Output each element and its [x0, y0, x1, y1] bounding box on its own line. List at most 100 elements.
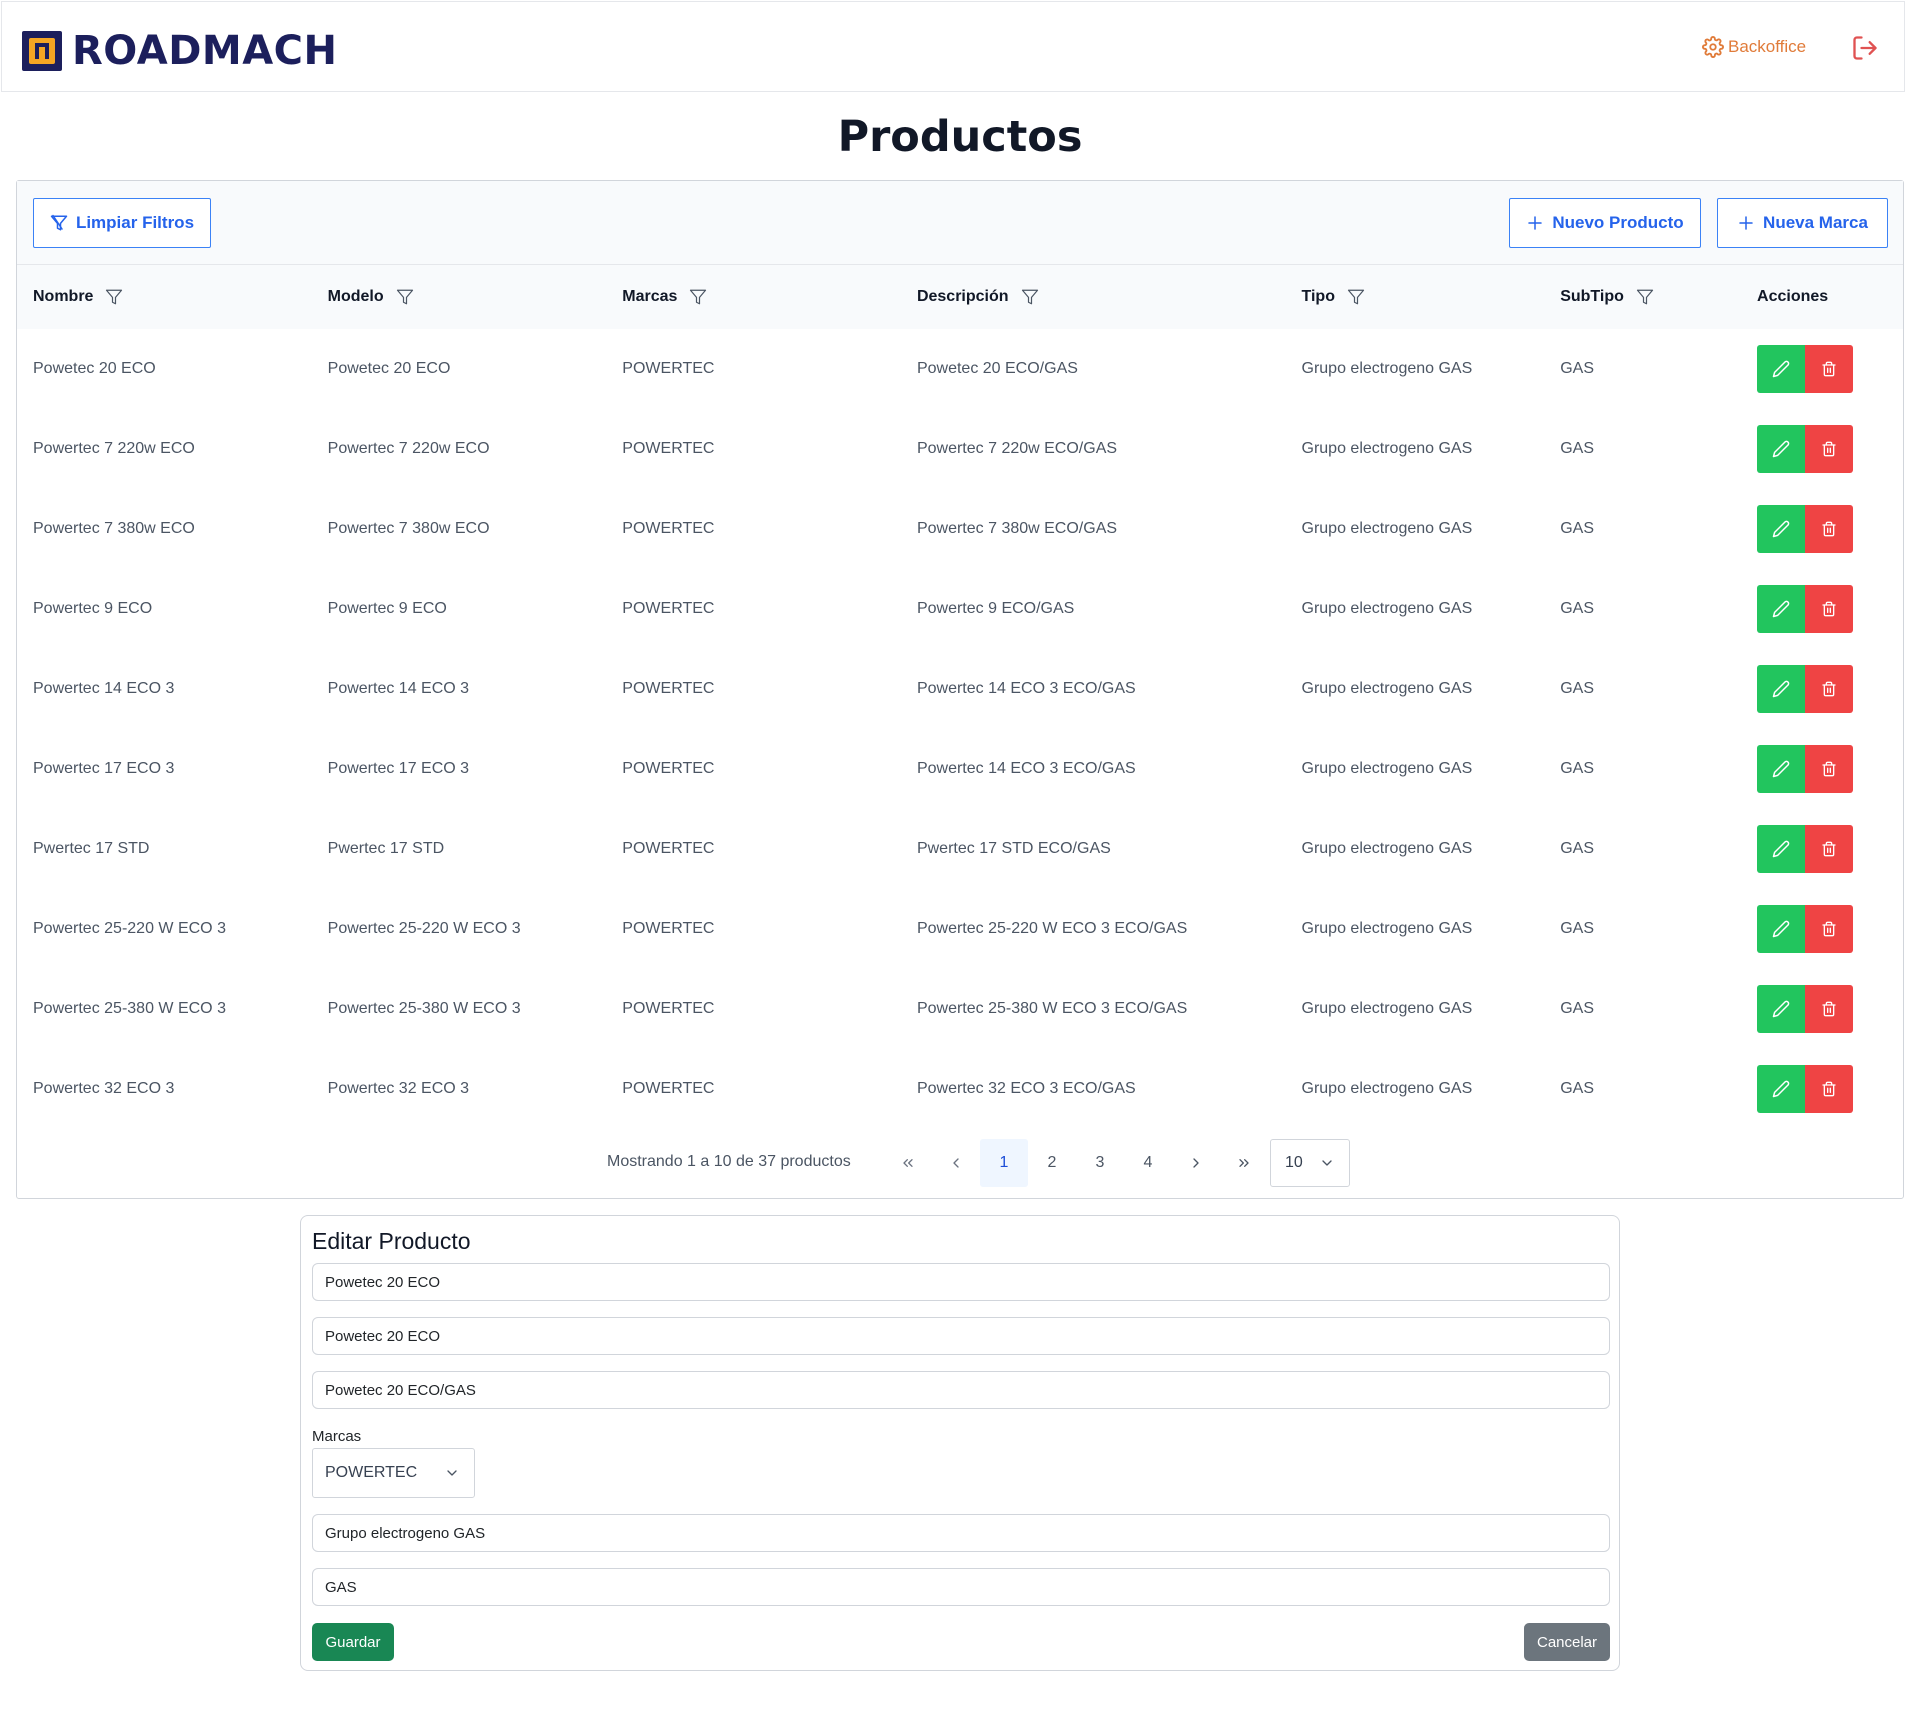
page-button-4[interactable]: 4 — [1124, 1139, 1172, 1187]
cell-tipo: Grupo electrogeno GAS — [1301, 680, 1473, 697]
filter-icon[interactable] — [1021, 288, 1039, 306]
edit-button[interactable] — [1757, 1065, 1806, 1113]
filter-icon[interactable] — [1636, 288, 1654, 306]
new-product-label: Nuevo Producto — [1552, 213, 1684, 232]
edit-button[interactable] — [1757, 745, 1806, 793]
delete-button[interactable] — [1805, 505, 1854, 553]
filter-icon[interactable] — [689, 288, 707, 306]
cell-tipo: Grupo electrogeno GAS — [1301, 1080, 1473, 1097]
delete-button[interactable] — [1805, 1065, 1854, 1113]
table-row: Powertec 25-380 W ECO 3 Powertec 25-380 W… — [17, 969, 1903, 1049]
delete-button[interactable] — [1805, 745, 1854, 793]
new-brand-button[interactable]: Nueva Marca — [1717, 198, 1888, 248]
tipo-input[interactable] — [312, 1514, 1610, 1552]
delete-button[interactable] — [1805, 585, 1854, 633]
column-header-descripcion: Descripción — [901, 265, 1286, 329]
cell-acciones — [1741, 889, 1903, 969]
prev-page-button[interactable] — [932, 1139, 980, 1187]
cell-subtipo: GAS — [1560, 1080, 1594, 1097]
delete-button[interactable] — [1805, 345, 1854, 393]
chevron-left-icon — [953, 1158, 959, 1168]
cancel-button[interactable]: Cancelar — [1524, 1623, 1610, 1661]
delete-button[interactable] — [1805, 985, 1854, 1033]
cell-tipo: Grupo electrogeno GAS — [1301, 520, 1473, 537]
table-row: Powetec 20 ECO Powetec 20 ECO POWERTEC Powe… — [17, 329, 1903, 409]
edit-button[interactable] — [1757, 425, 1806, 473]
cell-descripcion: Powertec 25-220 W ECO 3 ECO/GAS — [916, 920, 1188, 937]
edit-button[interactable] — [1757, 585, 1806, 633]
edit-button[interactable] — [1757, 985, 1806, 1033]
edit-button[interactable] — [1757, 825, 1806, 873]
nombre-input[interactable] — [312, 1263, 1610, 1301]
edit-button[interactable] — [1757, 345, 1806, 393]
cell-subtipo: GAS — [1560, 360, 1594, 377]
last-page-button[interactable] — [1220, 1139, 1268, 1187]
backoffice-link[interactable]: Backoffice — [1702, 36, 1806, 58]
cell-tipo: Grupo electrogeno GAS — [1301, 840, 1473, 857]
pencil-icon — [1772, 440, 1790, 458]
logo-icon — [22, 31, 62, 71]
cell-descripcion: Powertec 7 220w ECO/GAS — [916, 440, 1118, 457]
filter-icon[interactable] — [396, 288, 414, 306]
cell-modelo: Pwertec 17 STD — [327, 840, 445, 857]
delete-button[interactable] — [1805, 825, 1854, 873]
filter-slash-icon — [50, 214, 68, 231]
first-page-button[interactable] — [884, 1139, 932, 1187]
cell-modelo: Powertec 25-380 W ECO 3 — [327, 1000, 521, 1017]
trash-icon — [1822, 441, 1836, 457]
cell-descripcion: Powertec 32 ECO 3 ECO/GAS — [916, 1080, 1136, 1097]
trash-icon — [1822, 761, 1836, 777]
pencil-icon — [1772, 360, 1790, 378]
page-button-3[interactable]: 3 — [1076, 1139, 1124, 1187]
cell-modelo: Powertec 17 ECO 3 — [327, 760, 470, 777]
save-button[interactable]: Guardar — [312, 1623, 394, 1661]
edit-button[interactable] — [1757, 665, 1806, 713]
rows-per-page-select[interactable]: 10 — [1270, 1139, 1350, 1187]
logout-button[interactable] — [1851, 34, 1879, 62]
descripcion-input[interactable] — [312, 1371, 1610, 1409]
filter-icon[interactable] — [105, 288, 123, 306]
column-header-acciones: Acciones — [1757, 288, 1829, 305]
column-header-nombre: Nombre — [17, 265, 312, 329]
clear-filters-button[interactable]: Limpiar Filtros — [33, 198, 211, 248]
cell-descripcion: Powertec 7 380w ECO/GAS — [916, 520, 1118, 537]
column-header-modelo: Modelo — [312, 265, 607, 329]
trash-icon — [1822, 601, 1836, 617]
pencil-icon — [1772, 760, 1790, 778]
subtipo-input[interactable] — [312, 1568, 1610, 1606]
page-button-2[interactable]: 2 — [1028, 1139, 1076, 1187]
modelo-input[interactable] — [312, 1317, 1610, 1355]
trash-icon — [1822, 361, 1836, 377]
row-actions — [1757, 345, 1903, 393]
pencil-icon — [1772, 840, 1790, 858]
cell-marcas: POWERTEC — [622, 360, 715, 377]
cell-marcas: POWERTEC — [622, 760, 715, 777]
chevrons-right-icon — [1239, 1159, 1249, 1167]
page-button-1[interactable]: 1 — [980, 1139, 1028, 1187]
cell-nombre: Powertec 17 ECO 3 — [33, 760, 175, 777]
plus-icon — [1739, 216, 1753, 230]
cell-subtipo: GAS — [1560, 600, 1594, 617]
delete-button[interactable] — [1805, 425, 1854, 473]
marcas-select[interactable]: POWERTEC — [312, 1448, 475, 1498]
new-product-button[interactable]: Nuevo Producto — [1509, 198, 1701, 248]
cell-subtipo: GAS — [1560, 440, 1594, 457]
column-header-subtipo: SubTipo — [1544, 265, 1741, 329]
cell-tipo: Grupo electrogeno GAS — [1301, 360, 1473, 377]
chevrons-left-icon — [903, 1159, 913, 1167]
column-header-tipo: Tipo — [1286, 265, 1545, 329]
edit-button[interactable] — [1757, 505, 1806, 553]
edit-button[interactable] — [1757, 905, 1806, 953]
filter-icon[interactable] — [1347, 288, 1365, 306]
cell-acciones — [1741, 809, 1903, 889]
delete-button[interactable] — [1805, 905, 1854, 953]
brand-logo[interactable]: ROADMACH — [22, 28, 337, 74]
rows-per-page-value: 10 — [1285, 1154, 1303, 1171]
delete-button[interactable] — [1805, 665, 1854, 713]
trash-icon — [1822, 521, 1836, 537]
next-page-button[interactable] — [1172, 1139, 1220, 1187]
cell-descripcion: Powertec 25-380 W ECO 3 ECO/GAS — [916, 1000, 1188, 1017]
cell-acciones — [1741, 1049, 1903, 1129]
products-table: Nombre Modelo Marcas Descripción Tipo Su… — [17, 265, 1903, 1129]
table-row: Powertec 7 380w ECO Powertec 7 380w ECO PO… — [17, 489, 1903, 569]
